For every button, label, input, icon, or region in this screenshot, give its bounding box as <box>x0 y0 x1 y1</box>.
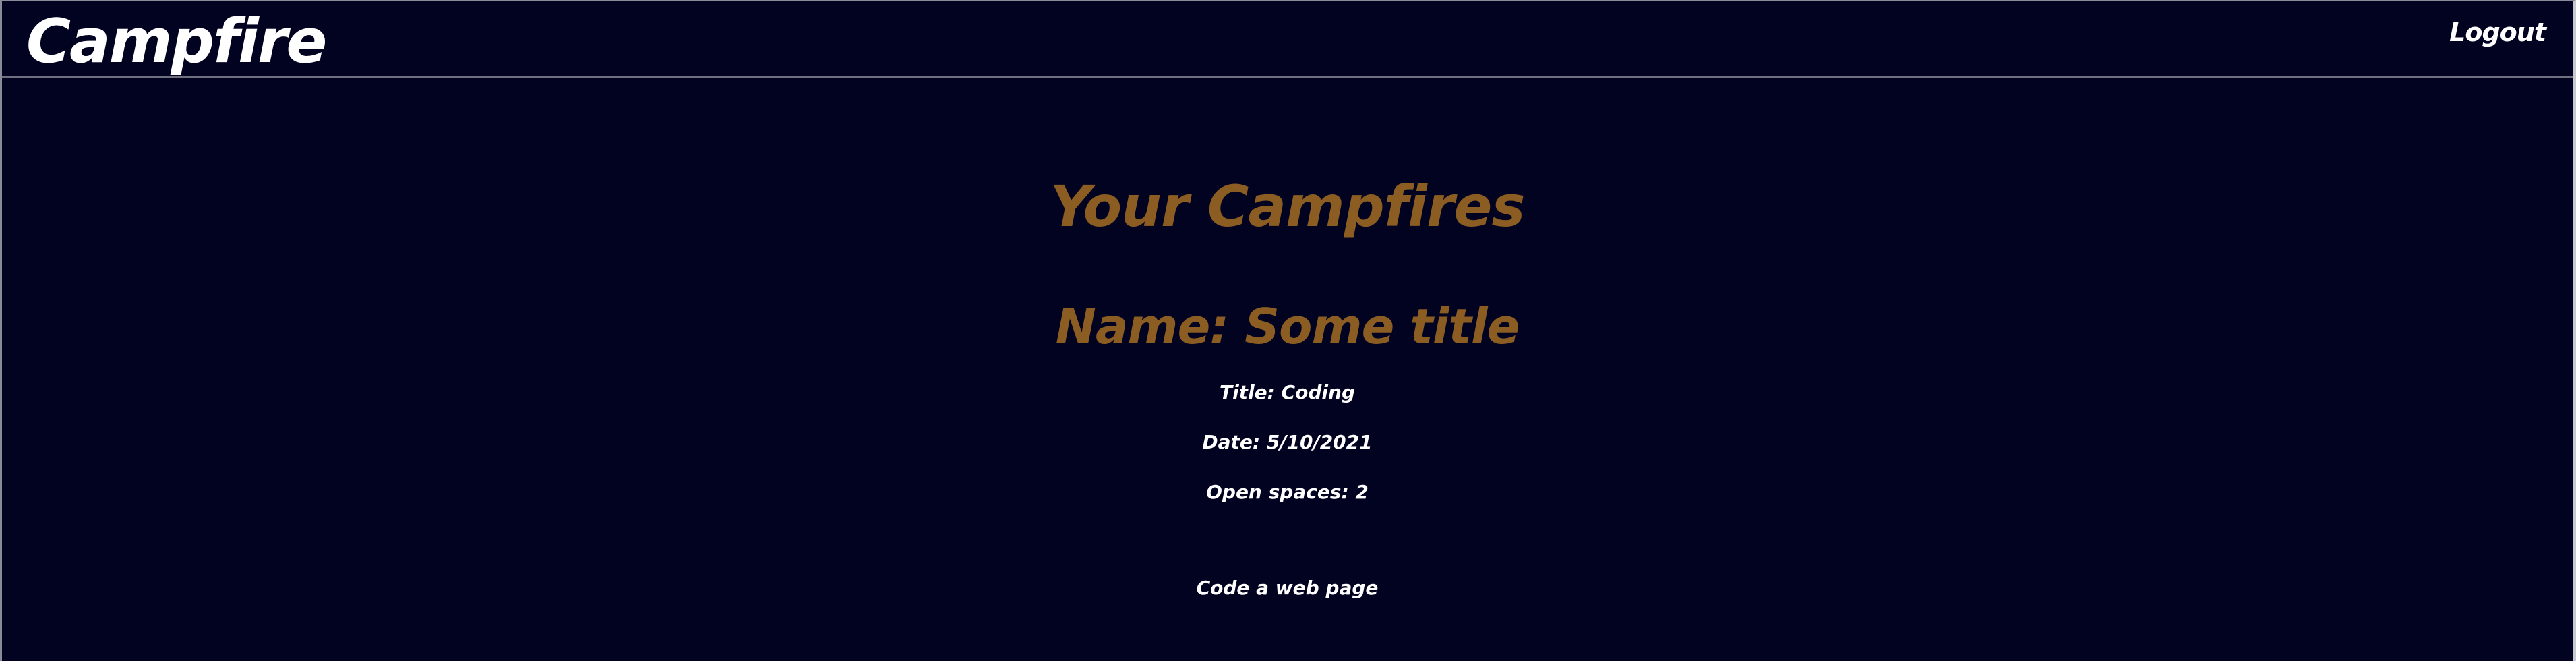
navbar: Campfire Logout <box>2 1 2573 78</box>
brand-logo[interactable]: Campfire <box>26 5 327 78</box>
page: Campfire Logout Your Campfires Name: Som… <box>0 0 2576 661</box>
campfire-date: Date: 5/10/2021 <box>1202 431 1373 453</box>
campfire-name: Name: Some title <box>1055 298 1520 355</box>
campfire-open-spaces: Open spaces: 2 <box>1206 481 1369 503</box>
campfire-description: Code a web page <box>1196 577 1379 599</box>
campfire-title: Title: Coding <box>1219 381 1356 403</box>
logout-link[interactable]: Logout <box>2449 18 2546 47</box>
page-title: Your Campfires <box>1050 173 1526 239</box>
